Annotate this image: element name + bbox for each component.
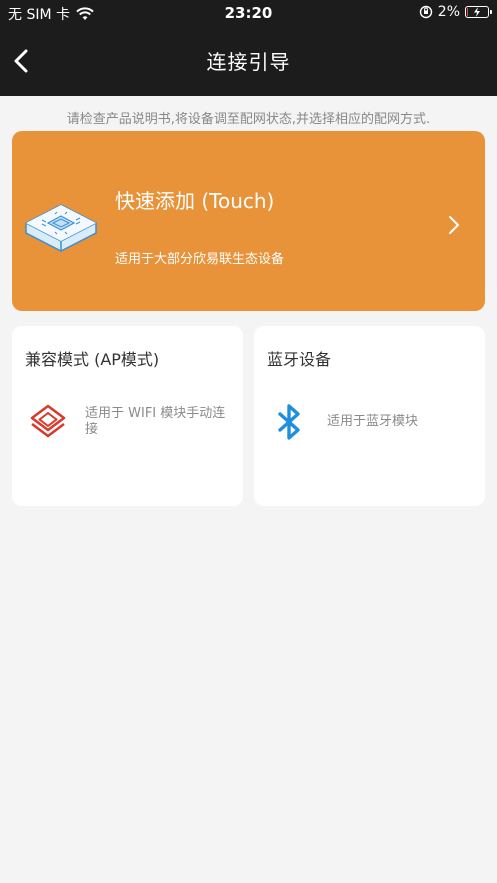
- instruction-text: 请检查产品说明书,将设备调至配网状态,并选择相应的配网方式.: [66, 112, 431, 127]
- orientation-lock-icon: [419, 5, 432, 19]
- bluetooth-description: 适用于蓝牙模块: [327, 414, 419, 429]
- status-bar: 无 SIM 卡 23:20 2%: [0, 0, 497, 26]
- nav-bar: 连接引导: [0, 26, 497, 96]
- quick-add-description: 适用于大部分欣易联生态设备: [115, 252, 285, 267]
- chip-device-icon: [25, 204, 97, 252]
- ap-mode-card[interactable]: 兼容模式 (AP模式) 适用于 WIFI 模块手动连接: [12, 326, 243, 506]
- page-title: 连接引导: [206, 50, 291, 74]
- bluetooth-card[interactable]: 蓝牙设备 适用于蓝牙模块: [254, 326, 485, 506]
- ap-mode-description: 适用于 WIFI 模块手动连接: [85, 406, 226, 437]
- chevron-right-icon: [449, 216, 459, 234]
- quick-add-title: 快速添加 (Touch): [115, 189, 275, 213]
- battery-charging-icon: [465, 6, 492, 18]
- quick-add-touch-card[interactable]: 快速添加 (Touch) 适用于大部分欣易联生态设备: [12, 131, 485, 311]
- bluetooth-icon: [278, 404, 300, 440]
- bluetooth-title: 蓝牙设备: [267, 350, 332, 369]
- ap-mode-title: 兼容模式 (AP模式): [25, 350, 160, 369]
- layers-icon: [30, 404, 66, 438]
- battery-percent: 2%: [437, 4, 460, 20]
